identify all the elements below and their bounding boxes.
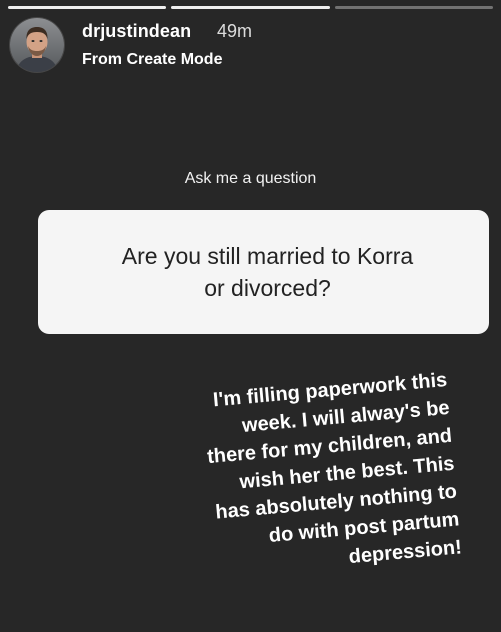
username[interactable]: drjustindean xyxy=(82,21,191,42)
post-time: 49m xyxy=(217,21,253,41)
question-line: Are you still married to Korra xyxy=(121,243,414,269)
question-text: Are you still married to Korra or divorc… xyxy=(78,240,458,304)
progress-segment xyxy=(8,6,167,9)
story-progress-bar xyxy=(8,6,493,9)
progress-segment xyxy=(171,6,330,9)
avatar-photo xyxy=(10,18,64,72)
story-subtitle[interactable]: From Create Mode xyxy=(82,51,222,69)
avatar[interactable] xyxy=(10,18,64,72)
story-screen[interactable]: drjustindean 49m From Create Mode Ask me… xyxy=(0,0,501,632)
question-sticker-card[interactable]: Are you still married to Korra or divorc… xyxy=(38,210,489,334)
question-line: or divorced? xyxy=(204,275,331,301)
progress-segment xyxy=(334,6,493,9)
answer-text: I'm filling paperwork this week. I will … xyxy=(117,366,463,590)
question-sticker-label: Ask me a question xyxy=(184,170,317,187)
